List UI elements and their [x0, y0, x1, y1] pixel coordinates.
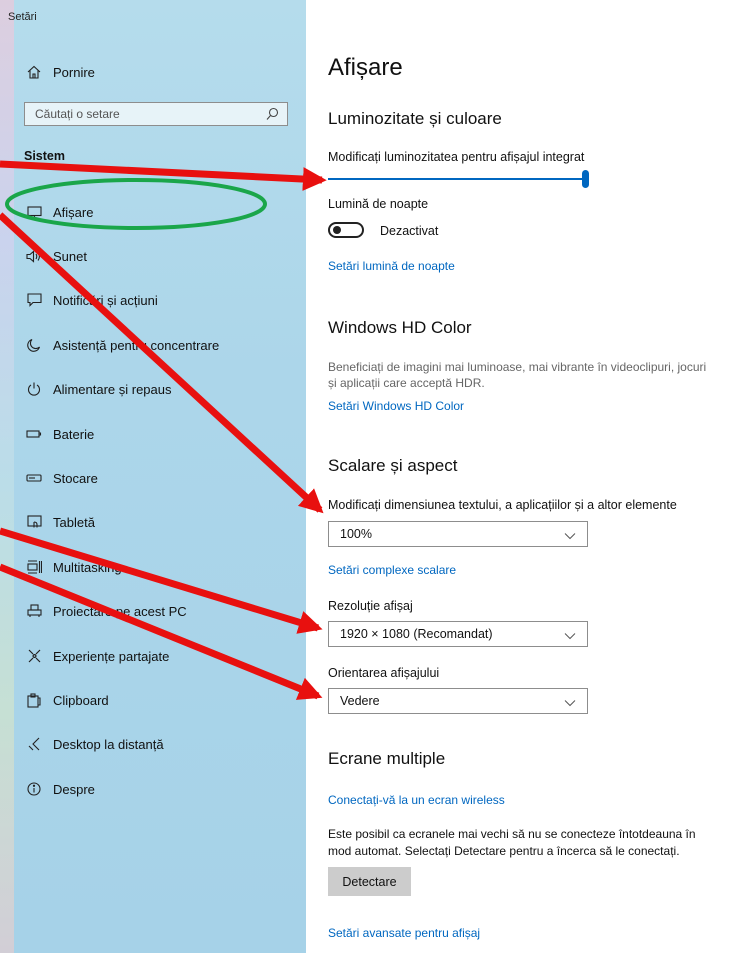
- chevron-down-icon: [564, 529, 576, 543]
- sidebar-item-label: Baterie: [53, 426, 95, 442]
- sidebar-item-label: Despre: [53, 781, 95, 797]
- advanced-display-settings-link[interactable]: Setări avansate pentru afișaj: [328, 926, 480, 940]
- multiple-displays-description: Este posibil ca ecranele mai vechi să nu…: [328, 827, 696, 841]
- moon-icon: [24, 338, 44, 352]
- brightness-slider-label: Modificați luminozitatea pentru afișajul…: [328, 150, 585, 164]
- advanced-scaling-link[interactable]: Setări complexe scalare: [328, 563, 456, 577]
- sidebar-home[interactable]: Pornire: [24, 62, 95, 82]
- detect-button[interactable]: Detectare: [328, 867, 411, 896]
- sidebar-home-label: Pornire: [53, 64, 95, 80]
- remote-desktop-icon: [24, 737, 44, 751]
- monitor-icon: [24, 205, 44, 219]
- sidebar-item-project[interactable]: Proiectare pe acest PC: [24, 600, 187, 622]
- tablet-icon: [24, 515, 44, 529]
- hdr-description: Beneficiați de imagini mai luminoase, ma…: [328, 360, 707, 374]
- night-light-settings-link[interactable]: Setări lumină de noapte: [328, 259, 455, 273]
- sidebar-item-label: Afișare: [53, 204, 94, 220]
- search-placeholder: Căutați o setare: [35, 107, 120, 121]
- sidebar-item-label: Clipboard: [53, 692, 109, 708]
- sidebar-item-label: Sunet: [53, 248, 87, 264]
- sidebar-item-label: Stocare: [53, 470, 98, 486]
- wireless-display-link[interactable]: Conectați-vă la un ecran wireless: [328, 793, 505, 807]
- sidebar-item-battery[interactable]: Baterie: [24, 423, 94, 445]
- sidebar-item-notifications[interactable]: Notificări și acțiuni: [24, 289, 158, 311]
- sidebar-item-clipboard[interactable]: Clipboard: [24, 689, 109, 711]
- window-title: Setări: [8, 11, 37, 23]
- sidebar-item-label: Proiectare pe acest PC: [53, 603, 187, 619]
- sidebar-item-label: Notificări și acțiuni: [53, 292, 158, 308]
- sidebar-item-label: Tabletă: [53, 514, 95, 530]
- scale-label: Modificați dimensiunea textului, a aplic…: [328, 498, 677, 512]
- orientation-dropdown[interactable]: Vedere: [328, 688, 588, 714]
- info-icon: [24, 782, 44, 796]
- home-icon: [24, 65, 44, 79]
- chevron-down-icon: [564, 629, 576, 643]
- shared-experiences-icon: [24, 649, 44, 663]
- sidebar-item-tablet[interactable]: Tabletă: [24, 511, 95, 533]
- sidebar-item-label: Experiențe partajate: [53, 648, 170, 664]
- orientation-label: Orientarea afișajului: [328, 666, 440, 680]
- page-title: Afișare: [328, 54, 403, 81]
- slider-track: [328, 178, 584, 180]
- notification-icon: [24, 293, 44, 307]
- main-content: Afișare Luminozitate și culoare Modifica…: [306, 0, 743, 953]
- sidebar-item-multitasking[interactable]: Multitasking: [24, 556, 122, 578]
- sidebar: Setări Pornire Căutați o setare Sistem A…: [0, 0, 306, 953]
- resolution-value: 1920 × 1080 (Recomandat): [340, 627, 493, 641]
- power-icon: [24, 382, 44, 396]
- orientation-value: Vedere: [340, 694, 380, 708]
- multitasking-icon: [24, 560, 44, 574]
- resolution-label: Rezoluție afișaj: [328, 599, 413, 613]
- sidebar-item-power[interactable]: Alimentare și repaus: [24, 378, 172, 400]
- sidebar-item-storage[interactable]: Stocare: [24, 467, 98, 489]
- sidebar-item-label: Multitasking: [53, 559, 122, 575]
- multiple-displays-heading: Ecrane multiple: [328, 749, 446, 768]
- search-input[interactable]: Căutați o setare: [24, 102, 288, 126]
- sidebar-item-sound[interactable]: Sunet: [24, 245, 87, 267]
- sidebar-item-about[interactable]: Despre: [24, 778, 95, 800]
- brightness-slider[interactable]: [328, 170, 589, 188]
- toggle-knob: [333, 226, 341, 234]
- storage-icon: [24, 474, 44, 482]
- hdr-settings-link[interactable]: Setări Windows HD Color: [328, 399, 464, 413]
- search-icon: [266, 107, 279, 124]
- sidebar-item-focus-assist[interactable]: Asistență pentru concentrare: [24, 334, 219, 356]
- sidebar-item-shared-experiences[interactable]: Experiențe partajate: [24, 645, 169, 667]
- hdr-description-2: și aplicații care acceptă HDR.: [328, 376, 485, 390]
- scale-value: 100%: [340, 527, 372, 541]
- desktop-edge: [0, 0, 14, 953]
- sidebar-item-label: Alimentare și repaus: [53, 381, 172, 397]
- clipboard-icon: [24, 692, 44, 708]
- hdr-heading: Windows HD Color: [328, 318, 472, 337]
- night-light-label: Lumină de noapte: [328, 197, 429, 211]
- brightness-heading: Luminozitate și culoare: [328, 109, 502, 128]
- sidebar-item-label: Desktop la distanță: [53, 736, 164, 752]
- battery-icon: [24, 429, 44, 439]
- night-light-toggle[interactable]: [328, 222, 364, 238]
- scale-dropdown[interactable]: 100%: [328, 521, 588, 547]
- sidebar-item-display[interactable]: Afișare: [24, 201, 93, 223]
- speaker-icon: [24, 249, 44, 263]
- resolution-dropdown[interactable]: 1920 × 1080 (Recomandat): [328, 621, 588, 647]
- chevron-down-icon: [564, 696, 576, 710]
- multiple-displays-description-2: mod automat. Selectați Detectare pentru …: [328, 844, 680, 858]
- slider-thumb[interactable]: [582, 170, 589, 188]
- night-light-state: Dezactivat: [380, 224, 439, 238]
- sidebar-item-remote-desktop[interactable]: Desktop la distanță: [24, 733, 164, 755]
- scale-heading: Scalare și aspect: [328, 456, 458, 475]
- sidebar-item-label: Asistență pentru concentrare: [53, 337, 220, 353]
- section-title: Sistem: [24, 149, 65, 163]
- projector-icon: [24, 604, 44, 618]
